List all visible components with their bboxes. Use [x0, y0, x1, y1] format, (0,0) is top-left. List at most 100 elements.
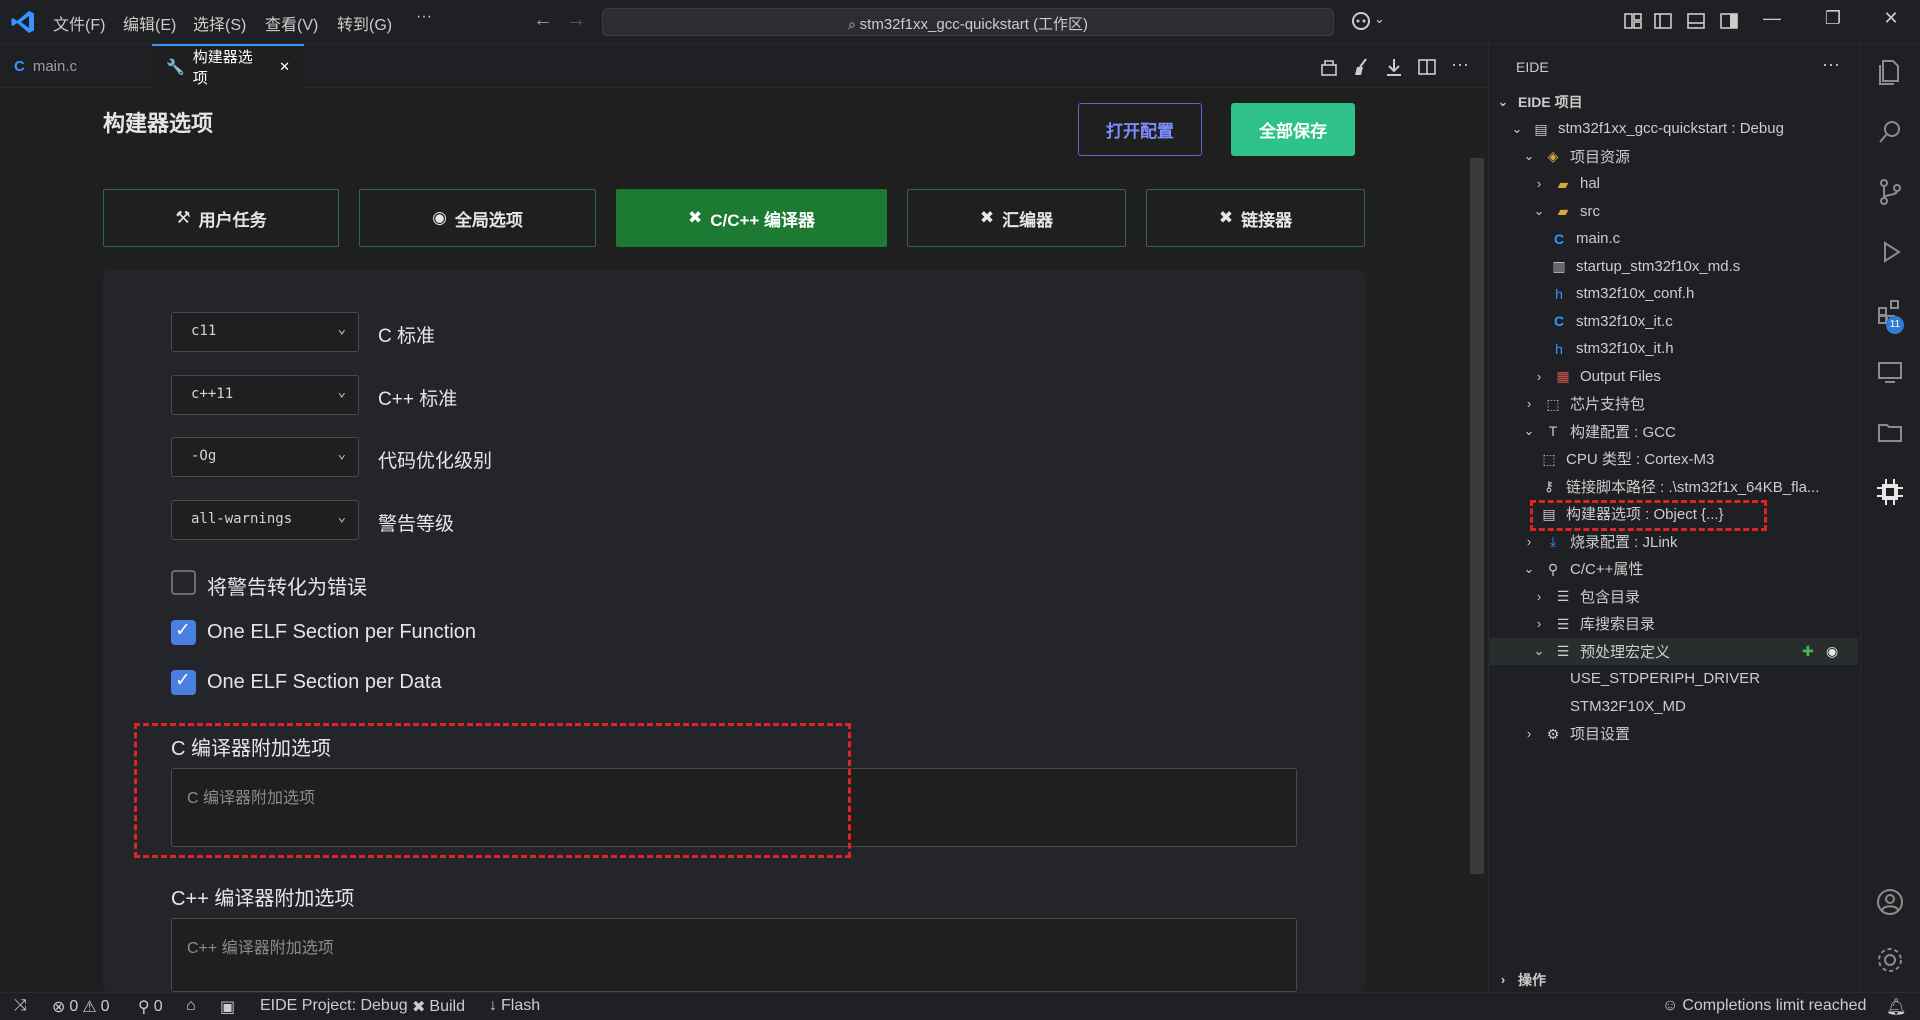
open-config-button[interactable]: 打开配置	[1078, 103, 1202, 156]
close-window-button[interactable]: ✕	[1871, 8, 1911, 29]
copilot-icon[interactable]	[1350, 10, 1372, 32]
menu-more[interactable]: ···	[416, 8, 432, 26]
restore-button[interactable]: ❐	[1813, 8, 1853, 29]
build-status-button[interactable]: ✖ Build	[412, 997, 465, 1017]
warning-level-select[interactable]: all-warnings ⌄	[171, 500, 359, 540]
forward-arrow-icon[interactable]: →	[566, 9, 586, 32]
sidebar-more-icon[interactable]: ···	[1822, 54, 1840, 75]
toggle-primary-sidebar-icon[interactable]	[1652, 10, 1674, 32]
menu-selection[interactable]: 选择(S)	[193, 11, 246, 35]
tree-item[interactable]: h stm32f10x_it.h	[1542, 335, 1673, 362]
tree-item[interactable]: › ☰ 库搜索目录	[1532, 610, 1655, 637]
close-tab-icon[interactable]: ✕	[279, 59, 290, 75]
chevron-down-icon: ⌄	[1511, 120, 1523, 136]
ports-status[interactable]: ⚲ 0	[138, 997, 163, 1017]
tree-item[interactable]: ⌄ ☰ 预处理宏定义 ✚ ◉	[1490, 637, 1858, 665]
tree-item[interactable]: ⌄ ▤ stm32f1xx_gcc-quickstart : Debug	[1510, 115, 1784, 142]
tree-item[interactable]: › ▦ Output Files	[1532, 363, 1661, 390]
chevron-right-icon: ›	[1536, 588, 1542, 604]
tree-item[interactable]: STM32F10X_MD	[1562, 693, 1686, 720]
tab-builder-options[interactable]: 🔧 构建器选项 ✕	[152, 44, 304, 88]
source-control-icon[interactable]	[1874, 176, 1906, 208]
tree-item[interactable]: › ⤓ 烧录配置 : JLink	[1522, 528, 1678, 555]
folder-icon[interactable]	[1874, 416, 1906, 448]
elf-section-per-data-checkbox[interactable]	[171, 669, 196, 695]
cpp-standard-select[interactable]: c++11 ⌄	[171, 375, 359, 415]
notifications-bell-icon[interactable]: 🔔︎	[1886, 997, 1906, 1017]
elf-section-per-function-checkbox[interactable]	[171, 619, 196, 645]
menu-edit[interactable]: 编辑(E)	[123, 11, 176, 35]
toggle-secondary-sidebar-icon[interactable]	[1718, 10, 1740, 32]
operations-section[interactable]: › 操作	[1496, 966, 1546, 993]
search-icon[interactable]	[1874, 116, 1906, 148]
account-icon[interactable]	[1874, 886, 1906, 918]
tree-item[interactable]: ⌄ T 构建配置 : GCC	[1522, 418, 1676, 445]
layout-customize-icon[interactable]	[1622, 10, 1644, 32]
back-arrow-icon[interactable]: ←	[533, 9, 553, 32]
editor-scrollbar[interactable]	[1470, 158, 1484, 874]
explorer-icon[interactable]	[1874, 56, 1906, 88]
build-icon[interactable]	[1318, 56, 1340, 78]
terminal-icon[interactable]: ▣	[220, 997, 235, 1017]
remote-explorer-icon[interactable]	[1874, 356, 1906, 388]
tree-item[interactable]: › ▰ hal	[1532, 170, 1600, 197]
flash-status-button[interactable]: ↓ Flash	[489, 997, 540, 1015]
menu-go[interactable]: 转到(G)	[337, 11, 392, 35]
toggle-panel-icon[interactable]	[1685, 10, 1707, 32]
more-actions-icon[interactable]: ···	[1451, 54, 1469, 75]
copilot-icon: ☺	[1662, 997, 1679, 1014]
flash-download-icon[interactable]	[1383, 56, 1405, 78]
command-center-search[interactable]: ⌕ stm32f1xx_gcc-quickstart (工作区)	[602, 8, 1334, 36]
clean-icon[interactable]	[1351, 56, 1373, 78]
copilot-chevron-icon[interactable]: ⌄	[1374, 11, 1385, 27]
h-file-icon: h	[1555, 340, 1563, 357]
c-standard-select[interactable]: c11 ⌄	[171, 312, 359, 352]
tree-item[interactable]: › ⚙ 项目设置	[1522, 720, 1630, 747]
tree-item[interactable]: h stm32f10x_conf.h	[1542, 280, 1694, 307]
eye-icon[interactable]: ◉	[1826, 643, 1838, 660]
eide-project-section[interactable]: ⌄ EIDE 项目	[1496, 88, 1583, 115]
menu-view[interactable]: 查看(V)	[265, 11, 318, 35]
download-icon: ⤓	[1549, 533, 1557, 549]
problems-status[interactable]: ⊗ 0 ⚠ 0	[52, 997, 110, 1017]
eide-chip-icon[interactable]	[1874, 476, 1906, 508]
run-debug-icon[interactable]	[1874, 236, 1906, 268]
settings-gear-icon[interactable]	[1874, 944, 1906, 976]
warnings-as-errors-checkbox[interactable]	[171, 570, 196, 595]
tree-item[interactable]: ⌄ ▰ src	[1532, 198, 1600, 225]
tree-item[interactable]: ▥ startup_stm32f10x_md.s	[1542, 253, 1740, 280]
menu-file[interactable]: 文件(F)	[53, 11, 105, 35]
tab-user-tasks[interactable]: ⚒ 用户任务	[103, 189, 339, 247]
cpp-extra-options-input[interactable]: C++ 编译器附加选项	[171, 918, 1297, 992]
tree-item[interactable]: Cmain.c	[1542, 225, 1620, 252]
tab-linker[interactable]: ✖ 链接器	[1146, 189, 1365, 247]
extensions-badge: 11	[1886, 316, 1904, 334]
optimization-select[interactable]: -Og ⌄	[171, 437, 359, 477]
tab-global-options-label: 全局选项	[454, 210, 523, 230]
tab-assembler[interactable]: ✖ 汇编器	[907, 189, 1126, 247]
remote-icon[interactable]: ⤨	[14, 997, 27, 1015]
tab-c-cpp-compiler[interactable]: ✖ C/C++ 编译器	[616, 189, 887, 247]
save-all-button[interactable]: 全部保存	[1231, 103, 1355, 156]
tree-item-label: 库搜索目录	[1580, 616, 1656, 633]
tab-main-c[interactable]: C main.c	[0, 44, 91, 88]
copilot-status[interactable]: ☺ Completions limit reached	[1662, 997, 1866, 1015]
tab-global-options[interactable]: ◉ 全局选项	[359, 189, 596, 247]
minimize-button[interactable]: —	[1752, 8, 1792, 29]
tree-item-label: USE_STDPERIPH_DRIVER	[1570, 670, 1761, 687]
tree-item[interactable]: ⬚ CPU 类型 : Cortex-M3	[1532, 445, 1714, 472]
eide-project-status[interactable]: EIDE Project: Debug	[260, 997, 408, 1015]
tree-item[interactable]: › ⬚ 芯片支持包	[1522, 390, 1645, 417]
tree-item[interactable]: Cstm32f10x_it.c	[1542, 308, 1673, 335]
tree-item[interactable]: › ☰ 包含目录	[1532, 583, 1640, 610]
tree-item-label: 芯片支持包	[1570, 396, 1646, 413]
split-editor-icon[interactable]	[1416, 56, 1438, 78]
tree-item[interactable]: ⚷ 链接脚本路径 : .\stm32f1x_64KB_fla...	[1532, 473, 1820, 500]
tree-item[interactable]: USE_STDPERIPH_DRIVER	[1562, 665, 1760, 692]
tree-item[interactable]: ⌄ ◈ 项目资源	[1522, 143, 1630, 170]
tree-item[interactable]: ⌄ ⚲ C/C++属性	[1522, 555, 1644, 582]
search-icon: ⌕	[847, 16, 860, 32]
home-icon[interactable]: ⌂	[186, 997, 196, 1015]
add-macro-icon[interactable]: ✚	[1802, 643, 1814, 660]
tree-highlight-box	[1530, 500, 1767, 531]
